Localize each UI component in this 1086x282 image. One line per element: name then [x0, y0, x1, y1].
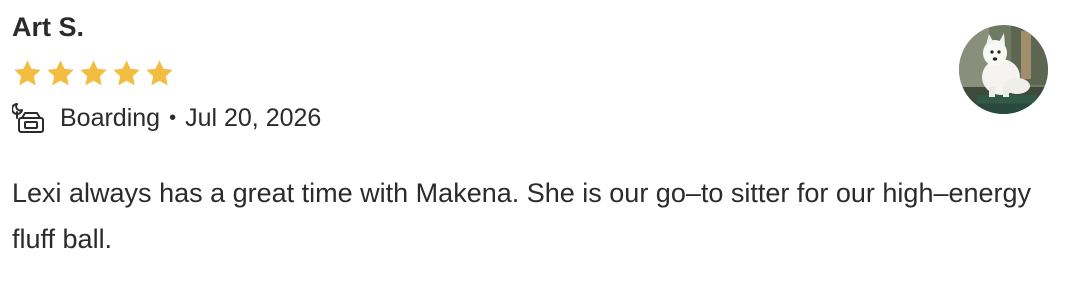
review-meta: Boarding • Jul 20, 2026: [12, 101, 321, 135]
dog-photo-avatar: [959, 25, 1048, 114]
star-icon: [14, 60, 41, 86]
star-icon: [146, 60, 173, 86]
star-icon: [80, 60, 107, 86]
star-rating: [12, 58, 175, 89]
review-text: Lexi always has a great time with Makena…: [12, 178, 1032, 254]
review-card: Art S. Boarding • Jul 20, 2026 Lexi alwa…: [0, 0, 1086, 282]
meta-separator: •: [169, 107, 177, 129]
review-date: Jul 20, 2026: [185, 103, 322, 132]
star-icon: [47, 60, 74, 86]
service-type: Boarding: [60, 103, 161, 132]
reviewer-name: Art S.: [12, 12, 85, 42]
boarding-icon: [12, 103, 44, 133]
star-icon: [113, 60, 140, 86]
